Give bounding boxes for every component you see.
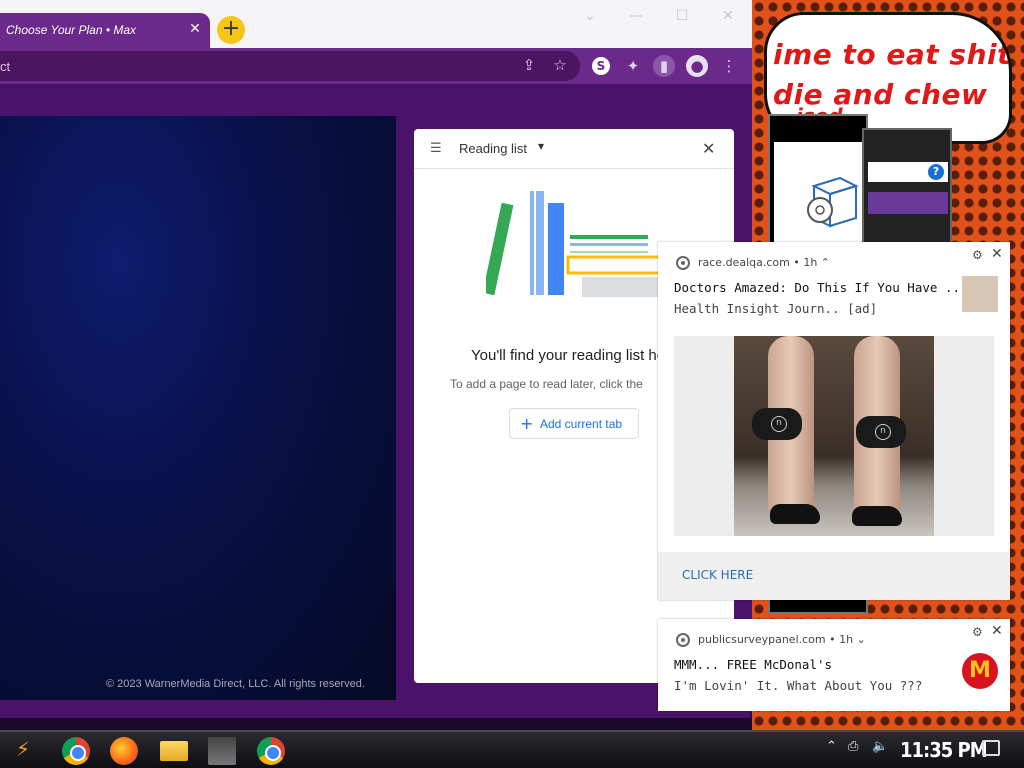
hero-background: © 2023 WarnerMedia Direct, LLC. All righ… — [0, 116, 396, 700]
chrome-icon[interactable] — [62, 737, 90, 765]
reading-list-icon[interactable]: ▮ — [653, 55, 675, 77]
notification-body: Health Insight Journ.. [ad] — [674, 301, 878, 316]
settings-gear-icon[interactable]: ⚙ — [972, 625, 983, 639]
new-tab-button[interactable]: + — [217, 16, 245, 44]
notification-source: publicsurveypanel.com • 1h ⌄ — [698, 633, 866, 646]
menu-icon[interactable]: ⋮ — [718, 55, 740, 77]
chevron-down-icon[interactable]: ▾ — [538, 139, 544, 153]
notification-title: Doctors Amazed: Do This If You Have ... — [674, 280, 968, 295]
legs-photo — [734, 336, 934, 536]
action-center-icon[interactable] — [982, 740, 1000, 756]
network-icon[interactable]: ⎙ — [848, 739, 858, 754]
address-bar[interactable]: ct ⇪ ☆ — [0, 51, 580, 81]
firefox-icon[interactable] — [110, 737, 138, 765]
taskbar-clock[interactable]: 11:35 PM — [900, 738, 988, 762]
puzzle-icon[interactable]: ✦ — [622, 55, 644, 77]
add-current-tab-label: Add current tab — [540, 417, 623, 431]
software-box-icon — [807, 176, 859, 228]
notification-image-area[interactable] — [674, 336, 994, 536]
browser-toolbar: ct ⇪ ☆ S ✦ ▮ ● ⋮ — [0, 48, 752, 84]
settings-gear-icon[interactable]: ⚙ — [972, 248, 983, 262]
tab-search-icon[interactable]: ⌄ — [578, 6, 602, 26]
mcdonalds-logo-icon: M — [962, 653, 998, 689]
plus-icon: + — [520, 414, 534, 433]
notification-age[interactable]: • 1h ⌃ — [793, 256, 830, 269]
extension-s-icon[interactable]: S — [592, 57, 610, 75]
star-icon[interactable]: ☆ — [549, 54, 571, 76]
notification-source: race.dealqa.com • 1h ⌃ — [698, 256, 830, 269]
device-pad-right — [856, 416, 906, 448]
books-illustration — [486, 191, 666, 297]
notification-thumbnail — [962, 276, 998, 312]
reading-list-heading: You'll find your reading list he — [471, 347, 666, 364]
chrome-icon — [676, 633, 690, 647]
file-explorer-icon[interactable] — [160, 741, 188, 761]
image-app-icon[interactable] — [208, 737, 236, 765]
add-current-tab-button[interactable]: + Add current tab — [509, 408, 639, 439]
chrome-icon — [676, 256, 690, 270]
notification-body: I'm Lovin' It. What About You ??? — [674, 678, 923, 693]
notification-title: MMM... FREE McDonal's — [674, 657, 833, 672]
title-bar: Choose Your Plan • Max ✕ + ⌄ — ☐ ✕ — [0, 0, 752, 48]
close-window-icon[interactable]: ✕ — [716, 6, 740, 26]
notification-age[interactable]: • 1h ⌄ — [829, 633, 866, 646]
background-search-bar[interactable] — [868, 192, 948, 214]
speech-text: ime to eat shit die and chew — [773, 38, 1011, 111]
tray-chevron-icon[interactable]: ⌃ — [826, 739, 837, 754]
tab-title: Choose Your Plan • Max — [6, 23, 137, 37]
notification-source-domain: race.dealqa.com — [698, 256, 790, 269]
list-icon: ☰ — [430, 141, 442, 156]
maximize-icon[interactable]: ☐ — [670, 6, 694, 26]
reading-list-subtext: To add a page to read later, click the — [450, 377, 643, 391]
sock-left — [770, 504, 820, 524]
notification-ad-2[interactable]: publicsurveypanel.com • 1h ⌄ ⚙ ✕ MMM... … — [658, 619, 1010, 711]
close-icon[interactable]: ✕ — [991, 623, 1003, 639]
taskbar: ⚡ ⌃ ⎙ 🔈 11:35 PM — [0, 730, 1024, 768]
reading-list-title[interactable]: Reading list — [459, 141, 527, 156]
minimize-icon[interactable]: — — [624, 6, 648, 26]
start-icon[interactable]: ⚡ — [8, 737, 38, 765]
click-here-button[interactable]: CLICK HERE — [682, 568, 753, 582]
copyright-footer: © 2023 WarnerMedia Direct, LLC. All righ… — [106, 678, 365, 690]
address-bar-text: ct — [0, 59, 11, 74]
tab-close-icon[interactable]: ✕ — [186, 20, 204, 38]
chrome-icon[interactable] — [257, 737, 285, 765]
reading-list-header: ☰ Reading list ▾ ✕ — [414, 129, 734, 169]
close-icon[interactable]: ✕ — [702, 139, 715, 158]
notification-footer: CLICK HERE — [658, 552, 1010, 600]
close-icon[interactable]: ✕ — [991, 246, 1003, 262]
sock-right — [852, 506, 902, 526]
device-pad-left — [752, 408, 802, 440]
background-window-2[interactable]: ? — [862, 128, 952, 248]
volume-icon[interactable]: 🔈 — [872, 739, 888, 754]
notification-source-domain: publicsurveypanel.com — [698, 633, 826, 646]
share-icon[interactable]: ⇪ — [518, 54, 540, 76]
notification-ad-1[interactable]: race.dealqa.com • 1h ⌃ ⚙ ✕ Doctors Amaze… — [658, 242, 1010, 600]
browser-tab-active[interactable]: Choose Your Plan • Max ✕ — [0, 13, 210, 48]
help-icon[interactable]: ? — [928, 164, 944, 180]
profile-icon[interactable]: ● — [686, 55, 708, 77]
